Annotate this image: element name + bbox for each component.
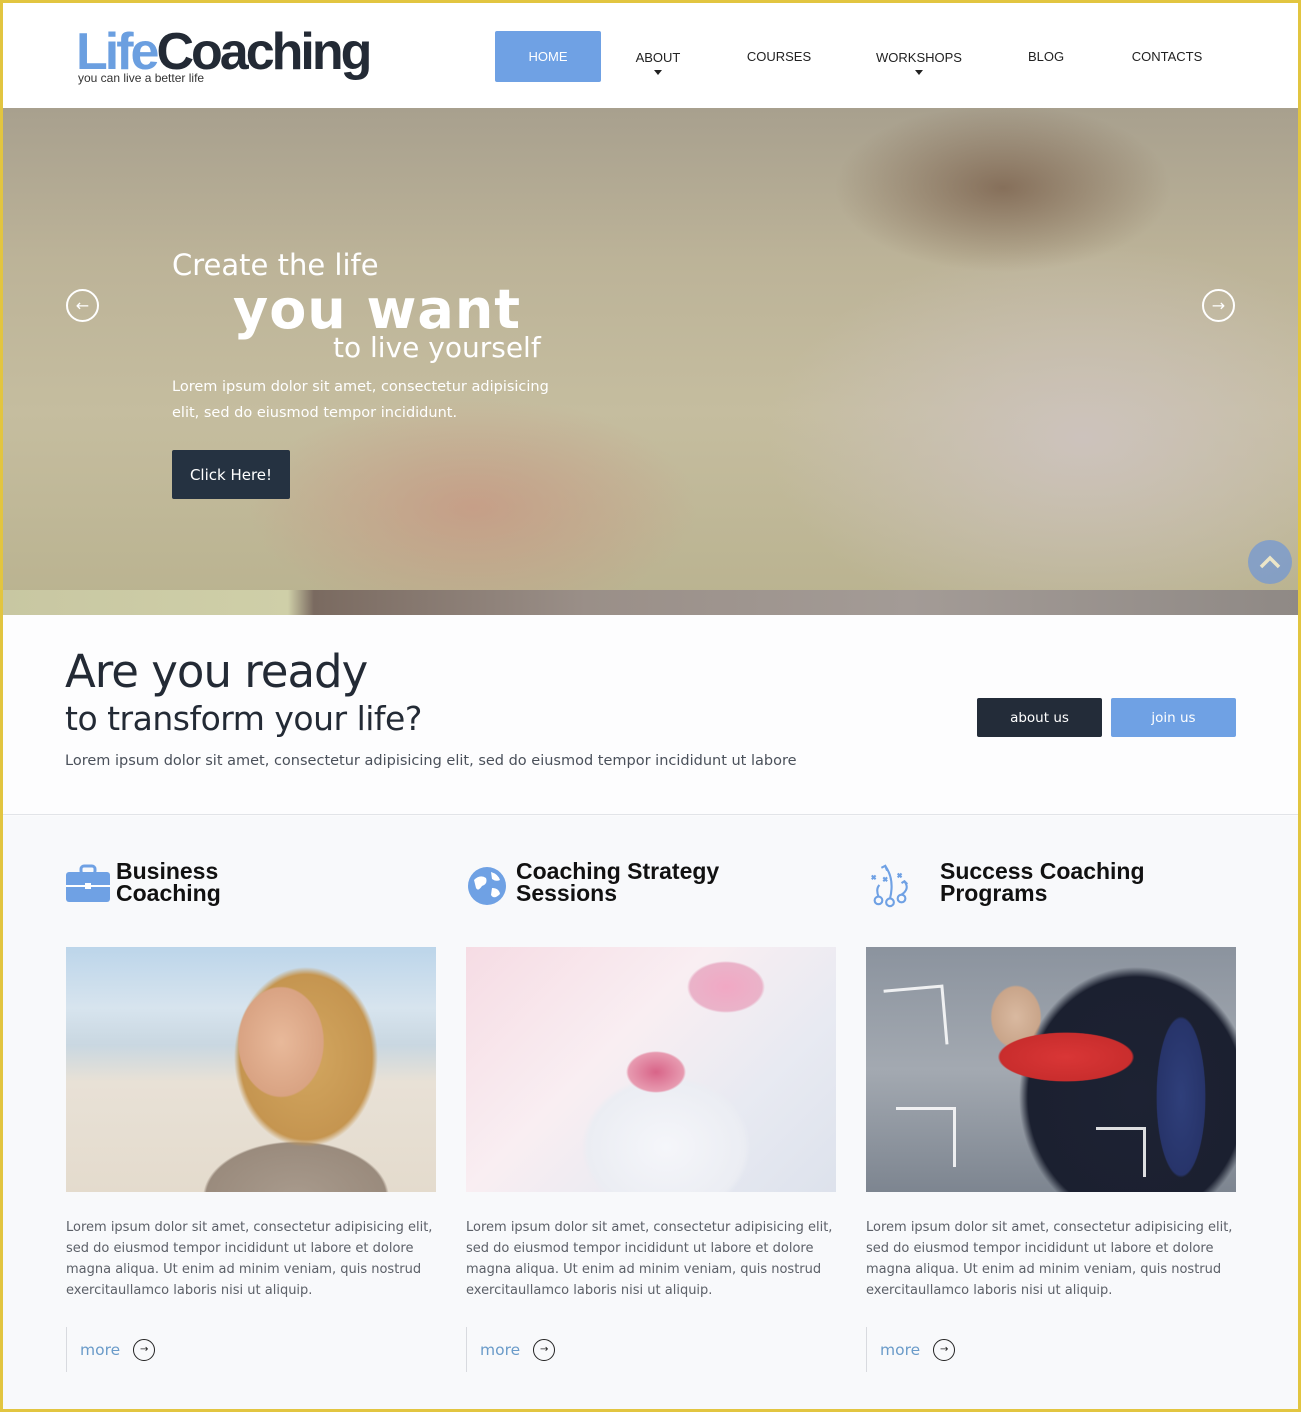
logo-tagline: you can live a better life [78, 71, 205, 85]
more-label: more [480, 1340, 521, 1359]
intro-section: Are you ready to transform your life? Lo… [3, 615, 1298, 815]
arrow-right-icon: → [1211, 296, 1226, 315]
more-label: more [80, 1340, 121, 1359]
slider-next-button[interactable]: → [1202, 289, 1235, 322]
slider-prev-button[interactable]: ← [66, 289, 99, 322]
service-header: Success Coaching Programs [866, 860, 1236, 910]
hero-line-3: to live yourself [333, 331, 541, 364]
service-title-line-2: Sessions [516, 880, 617, 906]
service-title-line-2: Programs [940, 880, 1048, 906]
service-title: Coaching Strategy Sessions [516, 858, 720, 906]
nav-home-label: HOME [528, 49, 568, 64]
chalk-arrow [883, 984, 949, 1050]
nav-contacts-label: CONTACTS [1131, 49, 1203, 64]
caret-down-icon [915, 70, 923, 75]
hero-slider: Create the life you want to live yoursel… [3, 108, 1298, 615]
service-header: Business Coaching [66, 860, 436, 910]
nav-blog-label: BLOG [1027, 49, 1065, 64]
intro-subheading: to transform your life? [65, 699, 422, 738]
service-description: Lorem ipsum dolor sit amet, consectetur … [466, 1220, 833, 1298]
nav-courses-label: COURSES [746, 49, 812, 64]
service-title-line-2: Coaching [116, 880, 221, 906]
caret-down-icon [654, 70, 662, 75]
nav-workshops[interactable]: WORKSHOPS [843, 31, 995, 82]
nav-contacts[interactable]: CONTACTS [1097, 31, 1237, 82]
more-link[interactable]: more → [866, 1327, 956, 1372]
service-header: Coaching Strategy Sessions [466, 860, 836, 910]
more-label: more [880, 1340, 921, 1359]
hero-line-1: Create the life [172, 248, 379, 282]
about-us-button[interactable]: about us [977, 698, 1102, 737]
service-title: Success Coaching Programs [940, 858, 1145, 906]
intro-description: Lorem ipsum dolor sit amet, consectetur … [65, 753, 797, 769]
click-here-button[interactable]: Click Here! [172, 450, 290, 499]
services-section: Business Coaching Lorem ipsum dolor sit … [3, 816, 1298, 1409]
arrow-right-circle-icon: → [133, 1338, 156, 1361]
site-header: LifeCoaching you can live a better life … [3, 3, 1298, 108]
service-title-line-1: Coaching Strategy [516, 858, 720, 884]
coaching-strategy-image [466, 947, 836, 1192]
arrow-left-icon: ← [75, 296, 90, 315]
chalk-arrow [1096, 1127, 1146, 1177]
service-title-line-1: Business [116, 858, 219, 884]
page: LifeCoaching you can live a better life … [3, 3, 1298, 1409]
service-description: Lorem ipsum dolor sit amet, consectetur … [866, 1220, 1233, 1298]
nav-home[interactable]: HOME [495, 31, 601, 82]
main-nav: HOME ABOUT COURSES WORKSHOPS BLOG CONTAC… [495, 31, 1237, 82]
nav-blog[interactable]: BLOG [995, 31, 1097, 82]
nav-workshops-label: WORKSHOPS [876, 50, 962, 65]
service-title-line-1: Success Coaching [940, 858, 1145, 884]
service-title: Business Coaching [116, 858, 221, 906]
logo[interactable]: LifeCoaching you can live a better life [76, 25, 372, 85]
arrow-right-circle-icon: → [933, 1338, 956, 1361]
business-coaching-image [66, 947, 436, 1192]
success-coaching-image [866, 947, 1236, 1192]
nav-courses[interactable]: COURSES [715, 31, 843, 82]
globe-icon [468, 867, 506, 905]
more-link[interactable]: more → [66, 1327, 156, 1372]
intro-heading: Are you ready [65, 645, 368, 698]
arrow-right-circle-icon: → [533, 1338, 556, 1361]
service-description: Lorem ipsum dolor sit amet, consectetur … [66, 1220, 433, 1298]
nav-about-label: ABOUT [635, 50, 681, 65]
chalk-arrow [896, 1107, 956, 1167]
more-link[interactable]: more → [466, 1327, 556, 1372]
nav-about[interactable]: ABOUT [601, 31, 715, 82]
strategy-playbook-icon [871, 864, 909, 908]
join-us-button[interactable]: join us [1111, 698, 1236, 737]
hero-image-strip [3, 590, 1298, 615]
chevron-up-icon [1259, 555, 1281, 569]
scroll-to-top-button[interactable] [1248, 540, 1292, 584]
hero-description: Lorem ipsum dolor sit amet, consectetur … [172, 379, 549, 421]
briefcase-icon [66, 864, 110, 902]
